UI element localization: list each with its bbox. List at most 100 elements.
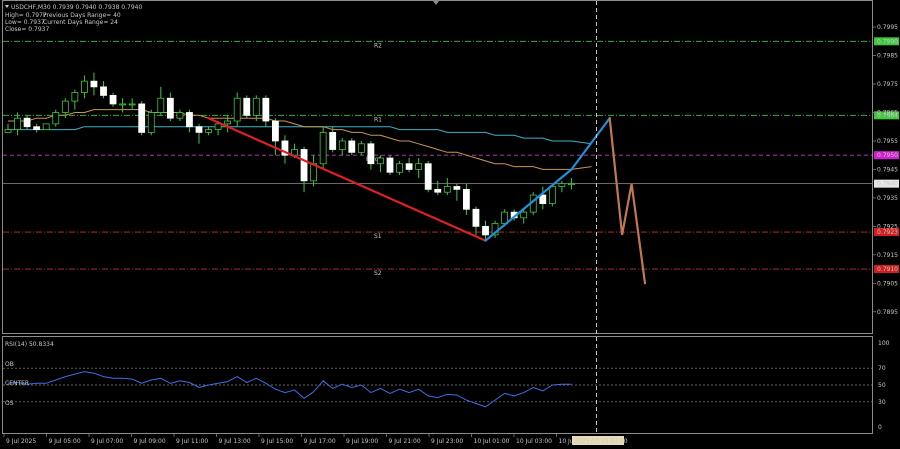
close-info: Close= 0.7937: [5, 26, 49, 33]
time-tick-label: 9 Jul 11:00: [176, 438, 208, 445]
candle-body-bear: [271, 120, 279, 142]
symbol-info: USDCHF,M30 0.7939 0.7940 0.7938 0.7940: [11, 4, 142, 11]
candle-body-bull: [252, 97, 260, 116]
candle-body-bear: [109, 95, 117, 105]
time-tick-label: 10 Jul 01:00: [474, 438, 510, 445]
price-tick-label: 0.7945: [877, 166, 898, 173]
level-label-r2: R2: [374, 42, 382, 49]
candle-body-bull: [443, 186, 451, 193]
time-highlight-text: 2025.07.10 07:00: [574, 438, 628, 445]
candle-body-bear: [195, 126, 203, 133]
candle-body-bull: [176, 112, 184, 119]
candle-body-bull: [214, 123, 222, 130]
rsi-tick-label: 50: [878, 382, 886, 389]
candle-body-bull: [357, 143, 365, 153]
rsi-tick-label: 100: [878, 340, 890, 347]
level-label-s2: S2: [374, 270, 382, 277]
candle: [138, 101, 146, 136]
price-tick-label: 0.7975: [877, 81, 898, 88]
candle: [243, 95, 251, 119]
candle-body-bull: [119, 103, 126, 106]
price-tick-label: 0.7905: [877, 280, 898, 287]
candle-body-bull: [233, 97, 241, 122]
time-tick-label: 9 Jul 15:00: [261, 438, 293, 445]
current-price-tag-text: 0.7940: [877, 181, 898, 188]
candle-body-bull: [14, 117, 21, 130]
candle-body-bear: [166, 97, 174, 119]
candle-body-bull: [147, 112, 155, 133]
candle-body-bull: [415, 163, 423, 170]
time-tick-label: 9 Jul 17:00: [304, 438, 336, 445]
low-info: Low= 0.7937: [5, 19, 45, 26]
rsi-center-label: CENTER: [5, 380, 29, 387]
rsi-ob-label: OB: [5, 361, 14, 368]
candle-body-bear: [367, 143, 375, 165]
candle-body-bear: [453, 186, 461, 190]
candle: [52, 109, 60, 127]
candle-body-bear: [186, 112, 193, 128]
rsi-os-label: OS: [5, 400, 14, 407]
candle-body-bear: [138, 103, 146, 133]
candle-body-bear: [243, 97, 251, 116]
candle-body-bear: [100, 86, 107, 96]
rsi-label: RSI(14) 50.8334: [5, 341, 54, 348]
time-tick-label: 9 Jul 21:00: [389, 438, 421, 445]
candle-body-bull: [558, 183, 566, 187]
rsi-tick-label: 70: [878, 365, 886, 372]
candle-body-bear: [472, 208, 480, 227]
candle-body-bull: [520, 211, 528, 219]
candle-body-bear: [23, 117, 31, 128]
candle-body-bear: [482, 225, 489, 236]
price-tick-label: 0.7965: [877, 109, 898, 116]
time-tick-label: 9 Jul 09:00: [134, 438, 166, 445]
candle-body-bull: [4, 129, 12, 133]
candle: [424, 160, 432, 193]
candle-body-bull: [71, 92, 79, 102]
candle-body-bull: [42, 123, 50, 130]
time-tick-label: 9 Jul 2025: [6, 438, 36, 445]
candle-body-bear: [424, 163, 432, 190]
candle-body-bull: [548, 186, 556, 204]
candle-body-bear: [434, 188, 442, 193]
candle-body-bull: [157, 97, 165, 113]
candle-body-bull: [128, 103, 136, 106]
candle-body-bull: [319, 132, 327, 165]
candle: [319, 126, 327, 170]
rsi-tick-label: 0: [878, 424, 882, 431]
price-tick-label: 0.7925: [877, 223, 898, 230]
candle-body-bear: [405, 163, 413, 170]
candle: [348, 138, 356, 156]
price-tick-label: 0.7955: [877, 138, 898, 145]
price-tick-label: 0.7985: [877, 53, 898, 60]
candle-body-bear: [386, 157, 394, 173]
candle-body-bull: [61, 100, 69, 113]
candle-body-bull: [205, 129, 212, 133]
trading-chart[interactable]: R2R1S1S2Pivot USDCHF,M30 0.7939 0.7940 0…: [0, 0, 900, 449]
candle-body-bull: [224, 120, 232, 125]
candle: [147, 109, 155, 136]
time-tick-label: 9 Jul 23:00: [431, 438, 463, 445]
candle-body-bear: [329, 132, 337, 150]
level-price-tag-text: 0.7910: [877, 266, 898, 273]
candle: [42, 123, 50, 130]
high-info: High= 0.7977: [5, 12, 47, 19]
time-tick-label: 9 Jul 05:00: [49, 438, 81, 445]
candle-body-bear: [300, 149, 308, 182]
candle-body-bull: [81, 80, 88, 93]
candle-body-bear: [348, 140, 356, 153]
candle: [386, 155, 394, 176]
time-tick-label: 9 Jul 19:00: [346, 438, 378, 445]
candle-body-bull: [568, 183, 575, 186]
price-tick-label: 0.7935: [877, 195, 898, 202]
candle-body-bear: [262, 97, 270, 122]
price-tick-label: 0.7915: [877, 252, 898, 259]
candle-body-bull: [338, 140, 346, 150]
level-label-r1: R1: [374, 116, 382, 123]
previous-days-range: Previous Days Range= 40: [43, 12, 121, 19]
level-label-s1: S1: [374, 233, 382, 240]
level-price-tag-text: 0.7950: [877, 152, 898, 159]
price-tick-label: 0.7995: [877, 24, 898, 31]
price-tick-label: 0.7895: [877, 309, 898, 316]
candle-body-bear: [90, 80, 98, 88]
candle-body-bull: [52, 112, 60, 125]
